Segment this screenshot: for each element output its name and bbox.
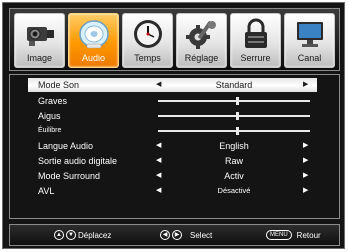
tab-temps[interactable]: Temps	[122, 13, 173, 68]
sortie-audio-label: Sortie audio digitale	[38, 156, 118, 166]
down-key-icon: ▼	[66, 230, 76, 240]
langue-audio-value: English	[219, 141, 249, 151]
menu-row-aigus[interactable]: Aigus	[10, 109, 339, 123]
sortie-audio-value: Raw	[224, 156, 243, 166]
menu-row-graves[interactable]: Graves	[10, 94, 339, 108]
tab-serrure-label: Serrure	[240, 53, 271, 63]
osd-menu: Image Audio Temps Réglage Serrure Canal …	[2, 2, 345, 249]
equilibre-slider[interactable]	[158, 127, 310, 135]
menu-row-mode-surround[interactable]: Mode Surround ◀ Activ ▶	[10, 169, 339, 183]
arrow-right-icon[interactable]: ▶	[303, 139, 308, 153]
tab-image-label: Image	[26, 53, 52, 63]
nav-select-hint: ◀ ▶ Select	[160, 225, 212, 245]
tab-image[interactable]: Image	[14, 13, 65, 68]
tab-reglage[interactable]: Réglage	[176, 13, 227, 68]
audio-menu: Mode Son ◀ Standard ▶ Graves Aigus Éuili…	[9, 74, 340, 219]
left-key-icon: ◀	[160, 230, 170, 240]
tab-bar: Image Audio Temps Réglage Serrure Canal	[9, 8, 340, 71]
menu-row-langue-audio[interactable]: Langue Audio ◀ English ▶	[10, 139, 339, 153]
clock-icon	[134, 20, 162, 48]
menu-row-avl[interactable]: AVL ◀ Désactivé ▶	[10, 184, 339, 198]
menu-row-mode-son[interactable]: Mode Son ◀ Standard ▶	[28, 78, 317, 92]
tab-reglage-label: Réglage	[184, 53, 219, 63]
nav-back-hint: MENU Retour	[266, 225, 321, 245]
avl-label: AVL	[38, 186, 55, 196]
equilibre-label: Éuilibre	[38, 127, 62, 134]
up-key-icon: ▲	[54, 230, 64, 240]
arrow-left-icon[interactable]: ◀	[156, 169, 161, 183]
equilibre-slider-knob[interactable]	[236, 127, 239, 135]
menu-key-icon: MENU	[266, 230, 292, 240]
menu-row-equilibre[interactable]: Éuilibre	[10, 124, 339, 138]
arrow-left-icon[interactable]: ◀	[156, 78, 161, 92]
nav-select-label: Select	[190, 230, 213, 240]
right-key-icon: ▶	[172, 230, 182, 240]
arrow-right-icon[interactable]: ▶	[303, 78, 308, 92]
nav-move-label: Déplacez	[78, 230, 112, 240]
nav-move-hint: ▲ ▼ Déplacez	[54, 225, 111, 245]
langue-audio-label: Langue Audio	[38, 141, 94, 151]
aigus-slider-knob[interactable]	[236, 112, 239, 120]
arrow-right-icon[interactable]: ▶	[303, 169, 308, 183]
graves-label: Graves	[38, 96, 68, 106]
arrow-right-icon[interactable]: ▶	[303, 184, 308, 198]
tab-audio-label: Audio	[81, 53, 106, 63]
mode-son-label: Mode Son	[38, 80, 80, 90]
graves-slider-knob[interactable]	[236, 97, 239, 105]
arrow-left-icon[interactable]: ◀	[156, 184, 161, 198]
nav-back-label: Retour	[296, 230, 321, 240]
speaker-icon	[79, 20, 109, 49]
mode-surround-label: Mode Surround	[38, 171, 101, 181]
menu-row-sortie-audio[interactable]: Sortie audio digitale ◀ Raw ▶	[10, 154, 339, 168]
navigation-hint-bar: ▲ ▼ Déplacez ◀ ▶ Select MENU Retour	[9, 224, 340, 246]
tab-audio[interactable]: Audio	[68, 13, 119, 68]
tab-serrure[interactable]: Serrure	[230, 13, 281, 68]
graves-slider[interactable]	[158, 97, 310, 105]
arrow-left-icon[interactable]: ◀	[156, 139, 161, 153]
tab-canal[interactable]: Canal	[284, 13, 335, 68]
aigus-slider[interactable]	[158, 112, 310, 120]
mode-son-value: Standard	[215, 80, 253, 90]
mode-surround-value: Activ	[224, 171, 244, 181]
avl-value: Désactivé	[217, 186, 251, 195]
settings-gear-icon	[186, 21, 216, 49]
arrow-left-icon[interactable]: ◀	[156, 154, 161, 168]
padlock-icon	[245, 18, 267, 48]
tab-canal-label: Canal	[297, 53, 322, 63]
arrow-right-icon[interactable]: ▶	[303, 154, 308, 168]
camcorder-icon	[27, 27, 54, 46]
tab-temps-label: Temps	[134, 53, 161, 63]
channel-monitor-icon	[297, 22, 323, 47]
aigus-label: Aigus	[38, 111, 61, 121]
